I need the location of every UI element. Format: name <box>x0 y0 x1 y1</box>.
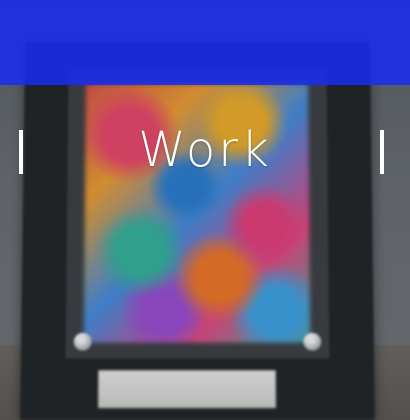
tile-accent-band <box>0 0 410 85</box>
tile-title-row: Work <box>0 118 410 182</box>
tile-title: Work <box>138 122 272 178</box>
title-right-bar <box>380 130 384 174</box>
portfolio-tile-work[interactable]: Work <box>0 0 410 420</box>
